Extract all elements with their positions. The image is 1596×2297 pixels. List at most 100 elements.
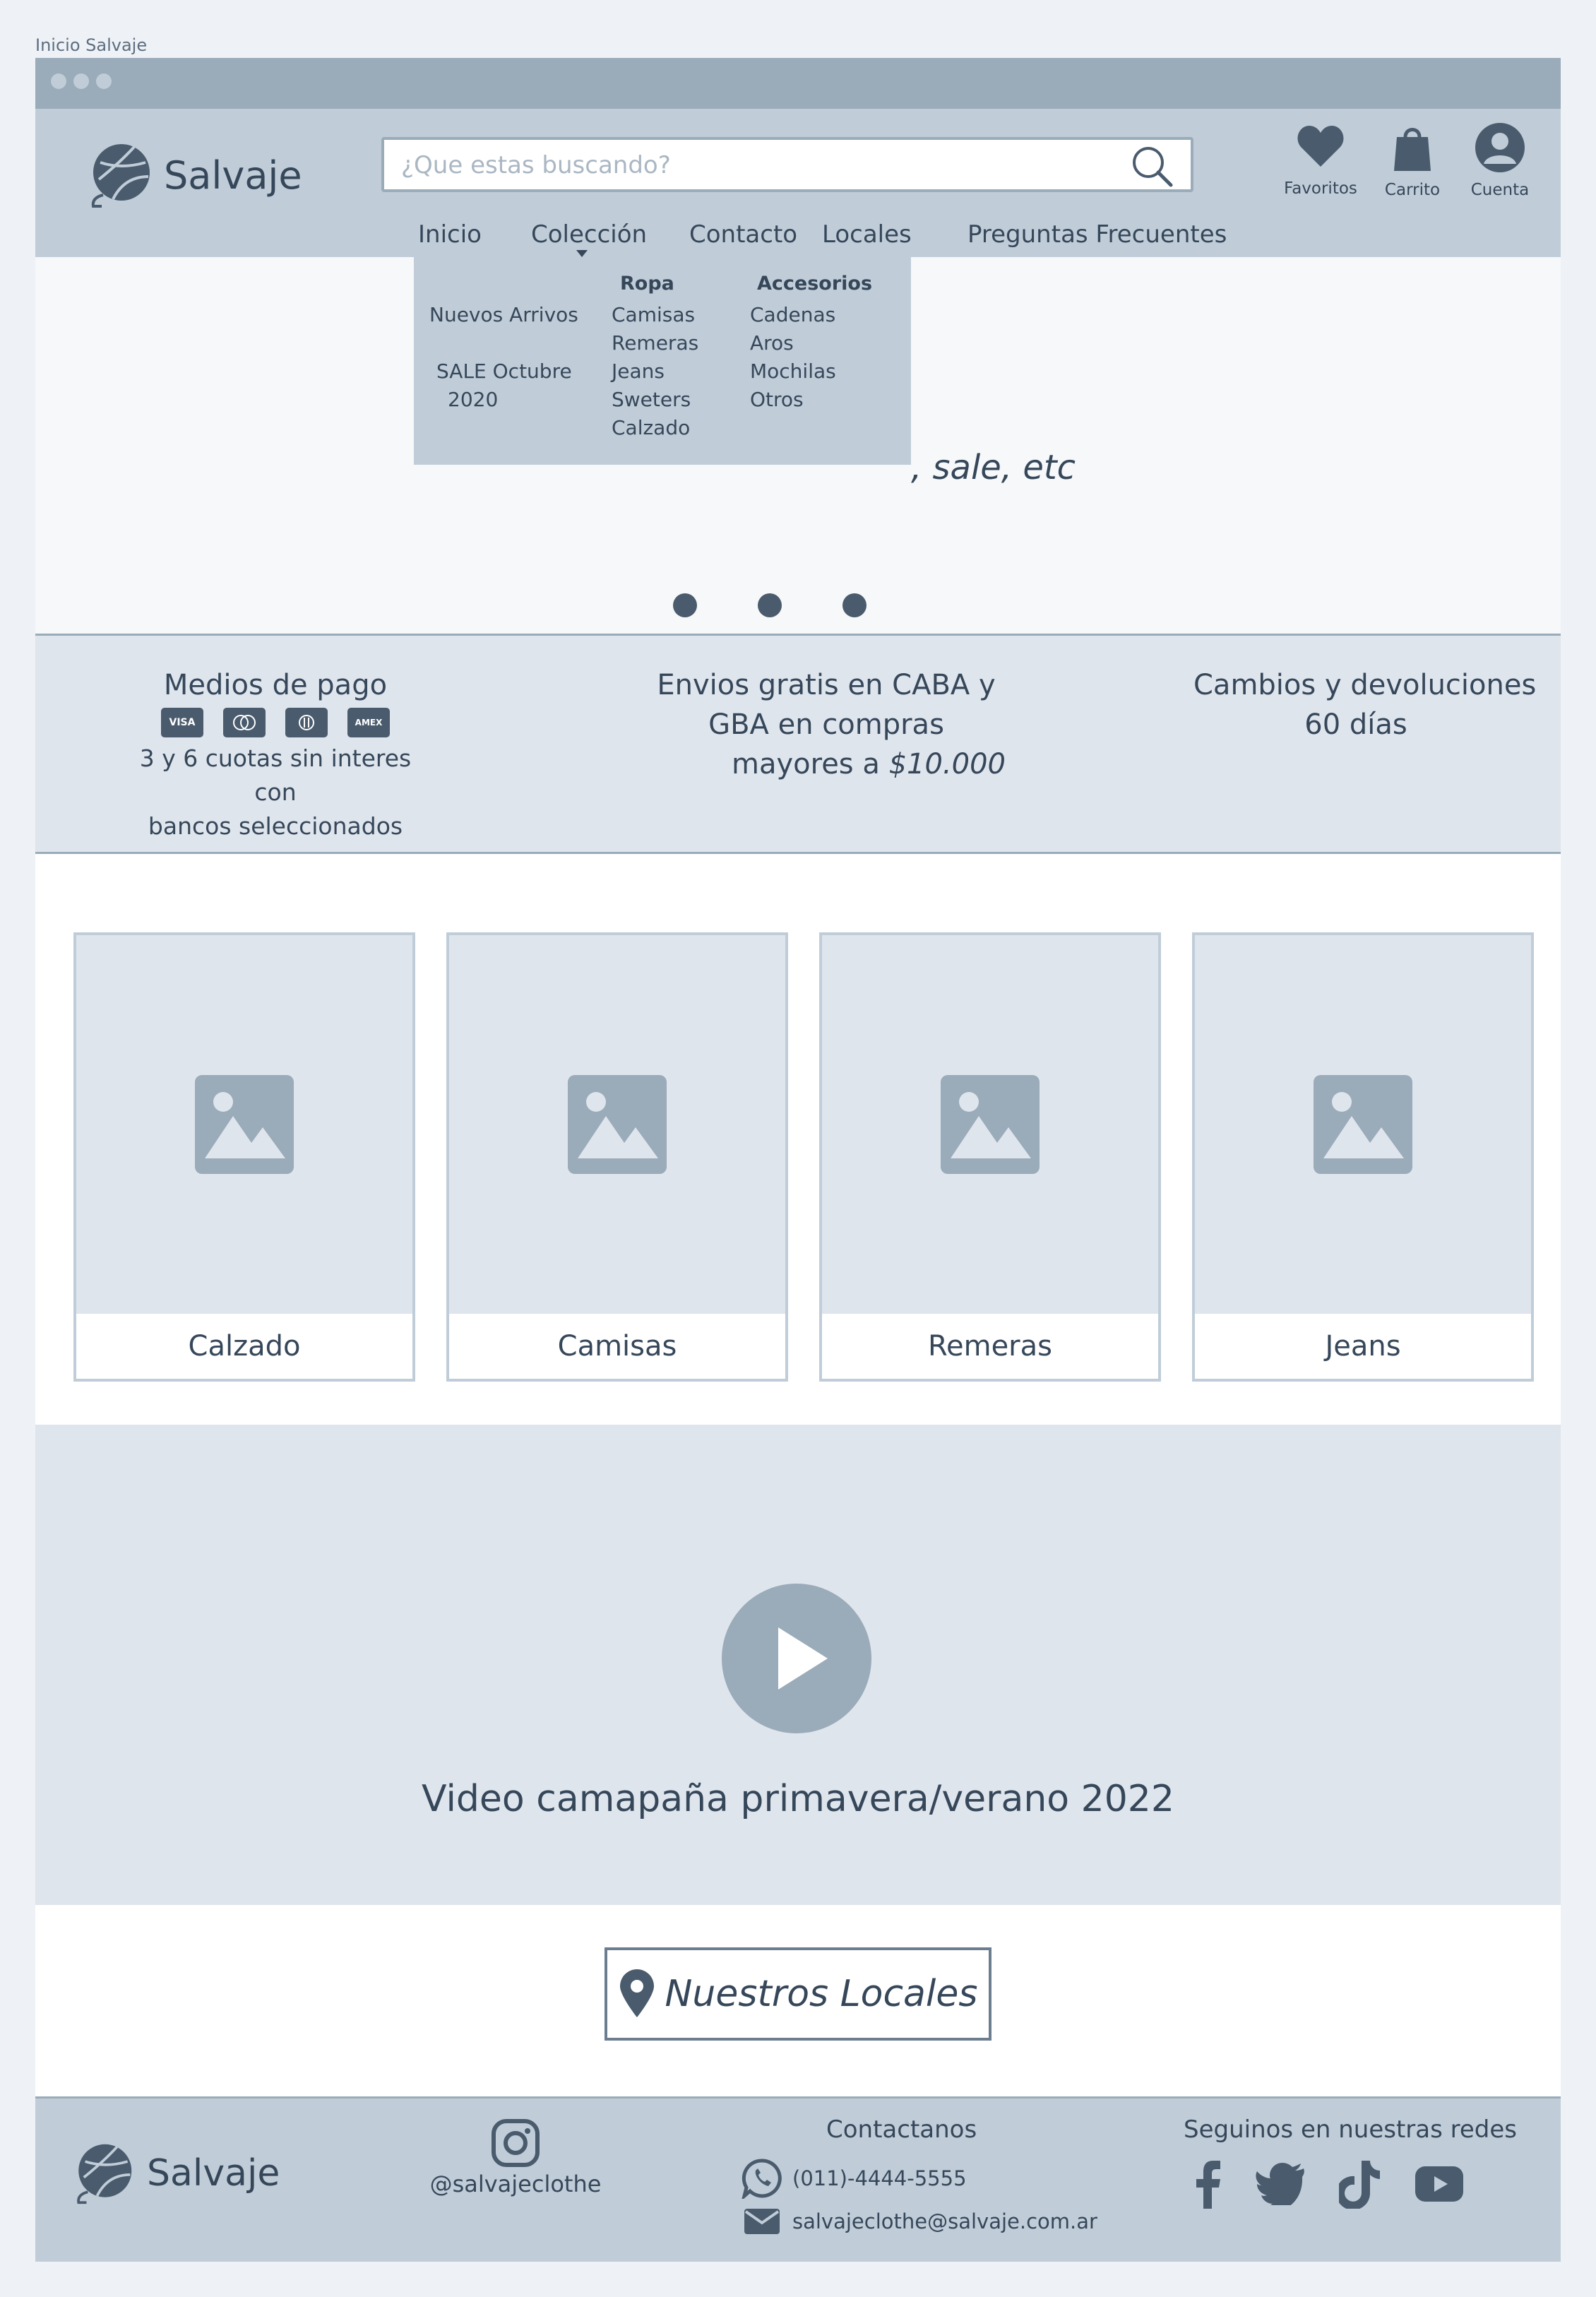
menu-item[interactable]: Calzado [612,414,698,442]
menu-item-sale-year[interactable]: 2020 [448,386,498,414]
category-card-jeans[interactable]: Jeans [1192,932,1534,1382]
image-placeholder-icon [941,1075,1040,1174]
shipping-line3-text: mayores a [732,748,889,780]
menu-item[interactable]: Otros [750,386,836,414]
category-card-remeras[interactable]: Remeras [819,932,1161,1382]
brand-logo[interactable]: Salvaje [85,140,302,210]
nav-locales[interactable]: Locales [822,220,912,249]
shopping-bag-icon [1394,128,1431,171]
category-card-camisas[interactable]: Camisas [446,932,788,1382]
category-label: Camisas [557,1330,677,1363]
category-label: Remeras [928,1330,1052,1363]
shipping-line1: Envios gratis en CABA y [657,669,996,701]
menu-column-accesorios: Cadenas Aros Mochilas Otros [750,301,836,414]
window-title: Inicio Salvaje [35,35,148,55]
payment-cards: VISA AMEX [120,708,431,737]
favorites-label: Favoritos [1284,179,1357,198]
hero-text: , sale, etc [911,448,1076,487]
nav-contacto[interactable]: Contacto [689,220,797,249]
youtube-icon[interactable] [1415,2166,1463,2202]
category-image [449,935,785,1314]
instagram-icon [492,2119,540,2167]
carousel-dot[interactable] [842,593,867,617]
mail-icon [744,2209,780,2234]
contact-title: Contactanos [826,2115,977,2144]
image-placeholder-icon [1314,1075,1412,1174]
image-placeholder-icon [568,1075,667,1174]
cart-label: Carrito [1384,181,1441,199]
menu-item[interactable]: Camisas [612,301,698,329]
menu-item-sale[interactable]: SALE Octubre [436,357,572,386]
search-icon[interactable] [1130,144,1175,189]
menu-item[interactable]: Sweters [612,386,698,414]
category-label: Calzado [188,1330,301,1363]
footer-brand[interactable]: Salvaje [71,2141,280,2206]
video-section: Video camapaña primavera/verano 2022 [35,1425,1561,1905]
payment-note-line2: bancos seleccionados [148,812,403,840]
phone-contact[interactable]: (011)-4444-5555 [742,2158,967,2199]
search-input[interactable] [400,140,1109,191]
menu-heading-accesorios[interactable]: Accesorios [757,273,872,295]
chevron-down-icon [576,250,588,257]
menu-column-ropa: Camisas Remeras Jeans Sweters Calzado [612,301,698,442]
mastercard-card-icon [223,708,266,737]
site-footer: Salvaje @salvajeclothe Contactanos (011)… [35,2096,1561,2262]
nav-inicio[interactable]: Inicio [418,220,482,249]
category-image [1195,935,1531,1314]
menu-item[interactable]: Jeans [612,357,698,386]
search-bar [381,137,1193,192]
shipping-amount: $10.000 [888,748,1006,780]
nav-coleccion[interactable]: Colección [531,220,647,249]
returns-line2: 60 días [1304,708,1407,741]
menu-item[interactable]: Mochilas [750,357,836,386]
diners-card-icon [285,708,328,737]
shipping-line3: mayores a $10.000 [643,744,1010,784]
window-maximize-button[interactable] [96,73,112,89]
shipping-info: Envios gratis en CABA y GBA en compras m… [643,665,1010,784]
brand-name: Salvaje [164,153,302,198]
user-icon [1475,123,1525,172]
returns-info: Cambios y devoluciones 60 días [1193,665,1561,744]
yarn-ball-icon [91,144,150,208]
play-button[interactable] [722,1584,871,1733]
cart-button[interactable]: Carrito [1363,121,1462,199]
play-icon [778,1627,828,1690]
facebook-icon[interactable] [1193,2159,1222,2209]
window-close-button[interactable] [51,73,66,89]
category-image [822,935,1158,1314]
instagram-link[interactable]: @salvajeclothe [410,2118,621,2197]
payment-info: Medios de pago VISA AMEX 3 y 6 cuotas si… [120,665,501,843]
returns-line1: Cambios y devoluciones [1193,669,1537,701]
video-caption: Video camapaña primavera/verano 2022 [422,1778,1174,1820]
browser-window: Salvaje Favoritos Carrito [35,58,1561,2262]
site-header: Salvaje Favoritos Carrito [35,109,1561,257]
instagram-handle: @salvajeclothe [429,2171,602,2197]
image-placeholder-icon [195,1075,294,1174]
map-pin-icon [619,1969,654,2017]
payment-title: Medios de pago [163,669,388,701]
window-titlebar [35,58,1561,109]
payment-note-line1: 3 y 6 cuotas sin interes con [139,744,412,806]
twitter-icon[interactable] [1256,2163,1305,2205]
email-address: salvajeclothe@salvaje.com.ar [792,2209,1097,2233]
carousel-dot[interactable] [758,593,782,617]
category-label: Jeans [1325,1330,1401,1363]
tiktok-icon[interactable] [1339,2159,1381,2209]
menu-item[interactable]: Cadenas [750,301,836,329]
favorites-button[interactable]: Favoritos [1264,121,1377,198]
menu-heading-ropa[interactable]: Ropa [620,273,674,295]
social-links [1193,2159,1463,2209]
menu-item-nuevos-arrivos[interactable]: Nuevos Arrivos [429,301,578,329]
menu-item[interactable]: Remeras [612,329,698,357]
email-contact[interactable]: salvajeclothe@salvaje.com.ar [743,2207,1097,2236]
menu-item[interactable]: Aros [750,329,836,357]
visa-card-icon: VISA [161,708,203,737]
account-button[interactable]: Cuenta [1451,121,1549,199]
category-card-calzado[interactable]: Calzado [73,932,415,1382]
nuestros-locales-label: Nuestros Locales [665,1973,978,2015]
window-minimize-button[interactable] [73,73,89,89]
nuestros-locales-button[interactable]: Nuestros Locales [605,1947,991,2041]
nav-preguntas-frecuentes[interactable]: Preguntas Frecuentes [967,220,1227,249]
amex-card-icon: AMEX [347,708,390,737]
carousel-dot[interactable] [673,593,697,617]
